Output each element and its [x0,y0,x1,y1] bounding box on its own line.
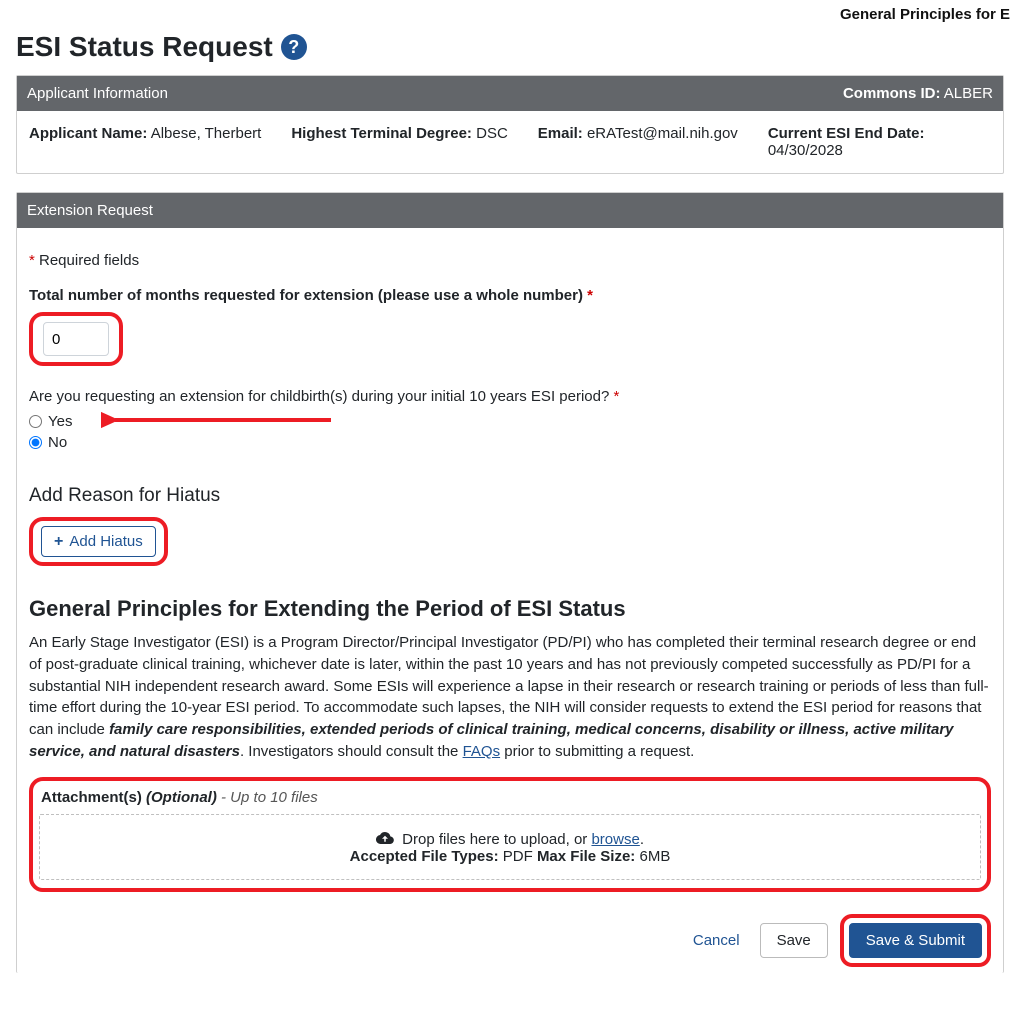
applicant-info-header: Applicant Information Commons ID: ALBER [17,76,1003,111]
accepted-types-label: Accepted File Types: [350,848,499,865]
required-fields-text: Required fields [35,252,139,269]
terminal-degree-label: Highest Terminal Degree: [291,125,472,142]
add-hiatus-label: Add Hiatus [69,533,142,550]
childbirth-question-text: Are you requesting an extension for chil… [29,388,613,405]
dropzone-text-pre: Drop files here to upload, or [402,831,591,848]
applicant-info-header-label: Applicant Information [27,85,168,102]
save-submit-button[interactable]: Save & Submit [849,923,982,958]
principles-body-2: . Investigators should consult the [240,743,463,760]
principles-heading: General Principles for Extending the Per… [29,596,991,622]
action-row: Cancel Save Save & Submit [29,914,991,967]
annotation-arrow-icon [101,405,341,435]
page-title: ESI Status Request ? [16,31,1004,63]
dropzone[interactable]: Drop files here to upload, or browse. Ac… [39,814,981,880]
browse-link[interactable]: browse [591,831,639,848]
dropzone-line1: Drop files here to upload, or browse. [54,829,966,848]
esi-end-date-value: 04/30/2028 [768,142,843,159]
attachments-label: Attachment(s) (Optional) - Up to 10 file… [39,785,981,814]
top-partial-text: General Principles for E [16,6,1010,23]
esi-end-date-label: Current ESI End Date: [768,125,925,142]
max-size-value: 6MB [635,848,670,865]
esi-end-date: Current ESI End Date: 04/30/2028 [768,125,925,159]
max-size-label: Max File Size: [537,848,635,865]
commons-id-value: ALBER [944,85,993,102]
accepted-types-value: PDF [499,848,537,865]
email: Email: eRATest@mail.nih.gov [538,125,738,159]
add-hiatus-button[interactable]: + Add Hiatus [41,526,156,557]
attachments-limit: - Up to 10 files [221,789,318,806]
faqs-link[interactable]: FAQs [463,743,501,760]
radio-yes-label: Yes [48,413,72,430]
dropzone-text-post: . [640,831,644,848]
applicant-name-label: Applicant Name: [29,125,147,142]
months-asterisk: * [587,287,593,304]
childbirth-asterisk: * [613,388,619,405]
months-label: Total number of months requested for ext… [29,287,991,304]
months-label-text: Total number of months requested for ext… [29,287,587,304]
terminal-degree-value: DSC [476,125,508,142]
principles-body: An Early Stage Investigator (ESI) is a P… [29,632,991,763]
plus-icon: + [54,534,63,550]
childbirth-question: Are you requesting an extension for chil… [29,388,991,405]
applicant-name-value: Albese, Therbert [151,125,262,142]
email-value: eRATest@mail.nih.gov [587,125,738,142]
help-icon[interactable]: ? [281,34,307,60]
email-label: Email: [538,125,583,142]
applicant-name: Applicant Name: Albese, Therbert [29,125,261,159]
extension-request-panel: Extension Request * Required fields Tota… [16,192,1004,973]
page-title-text: ESI Status Request [16,31,273,63]
cancel-link[interactable]: Cancel [693,932,740,949]
applicant-info-body: Applicant Name: Albese, Therbert Highest… [17,111,1003,173]
attachments-optional: (Optional) [146,789,217,806]
add-hiatus-highlight: + Add Hiatus [29,517,168,566]
save-button[interactable]: Save [760,923,828,958]
months-input[interactable] [43,322,109,356]
principles-body-3: prior to submitting a request. [500,743,694,760]
commons-id-label: Commons ID: [843,85,941,102]
radio-yes[interactable] [29,415,42,428]
applicant-info-panel: Applicant Information Commons ID: ALBER … [16,75,1004,174]
extension-request-header: Extension Request [17,193,1003,228]
extension-request-body: * Required fields Total number of months… [17,228,1003,973]
radio-no[interactable] [29,436,42,449]
terminal-degree: Highest Terminal Degree: DSC [291,125,507,159]
attachments-label-strong: Attachment(s) [41,789,142,806]
attachments-highlight: Attachment(s) (Optional) - Up to 10 file… [29,777,991,892]
dropzone-line2: Accepted File Types: PDF Max File Size: … [54,848,966,865]
extension-request-header-label: Extension Request [27,202,153,219]
radio-no-label: No [48,434,67,451]
add-reason-heading: Add Reason for Hiatus [29,485,991,507]
save-submit-highlight: Save & Submit [840,914,991,967]
radio-no-row: No [29,434,991,451]
required-fields-note: * Required fields [29,252,991,269]
cloud-upload-icon [376,829,394,847]
commons-id: Commons ID: ALBER [843,85,993,102]
months-input-highlight [29,312,123,366]
